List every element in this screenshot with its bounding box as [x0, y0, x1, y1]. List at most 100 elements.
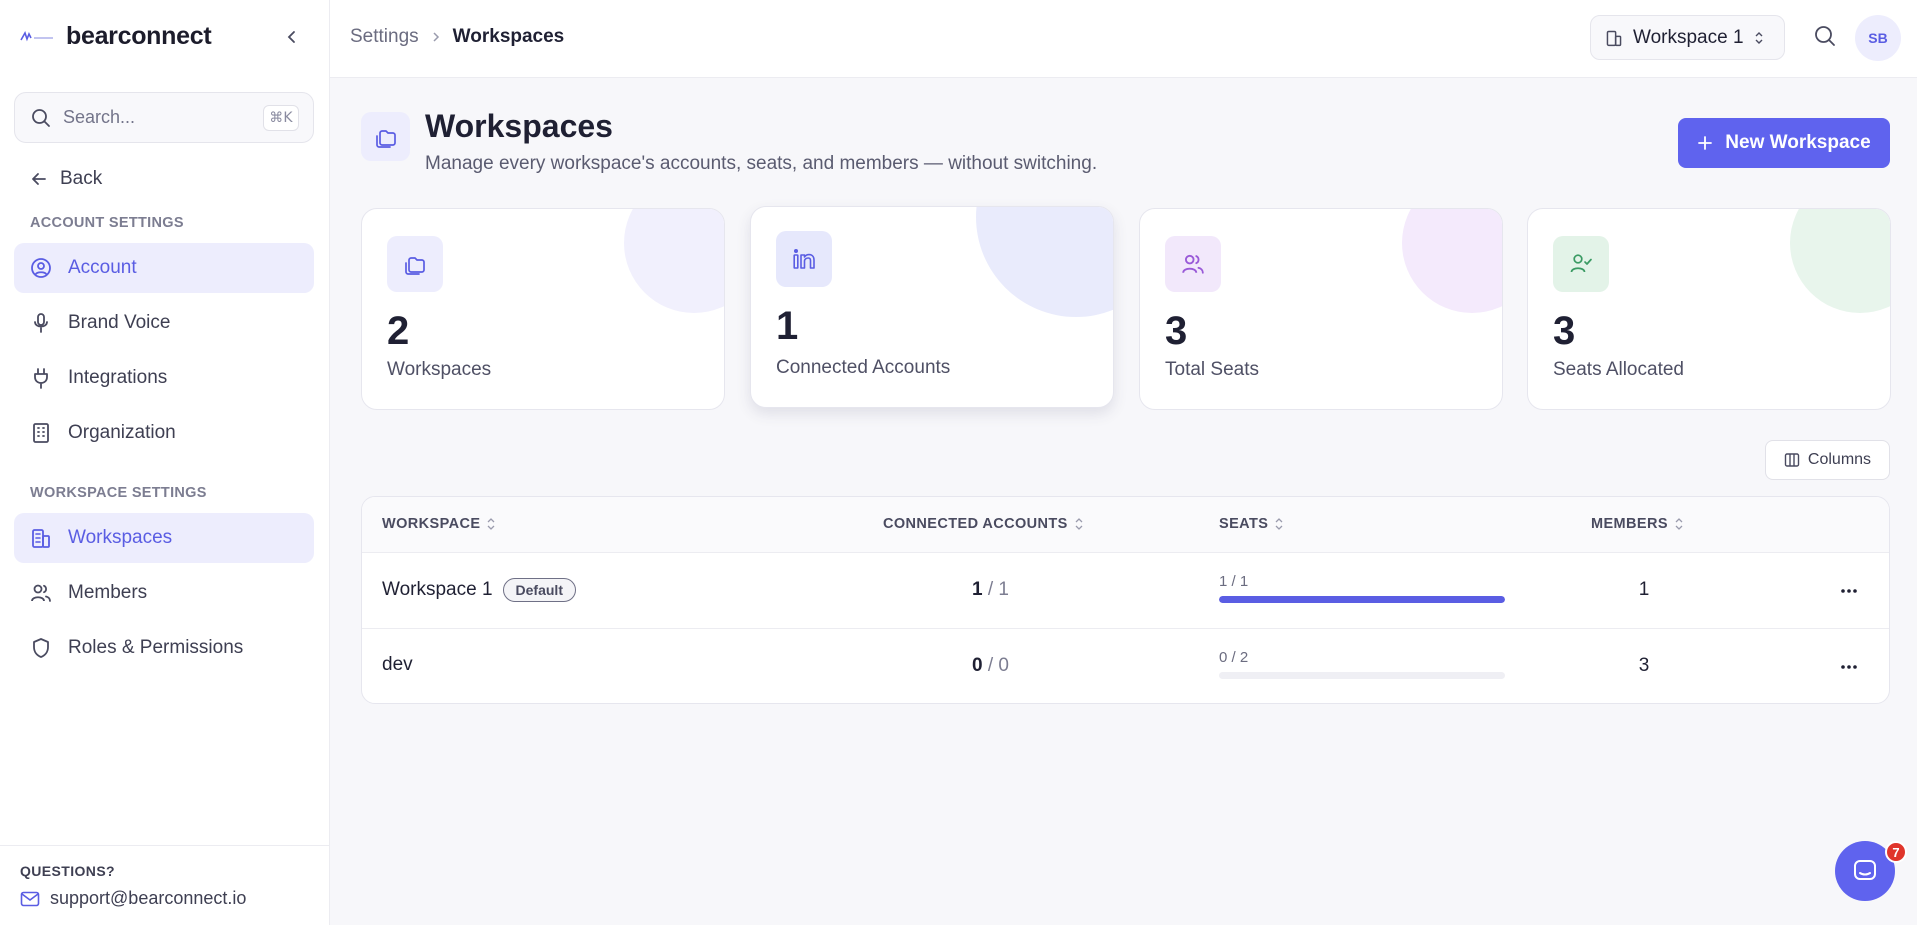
questions-label: QUESTIONS? [20, 863, 116, 879]
columns-icon [1784, 453, 1800, 467]
default-badge: Default [502, 578, 576, 602]
column-header-label: WORKSPACE [382, 516, 481, 532]
stat-icon-box [387, 236, 443, 292]
stat-card-connected-accounts: 1 Connected Accounts [750, 206, 1114, 408]
seats-progress-fill [1219, 596, 1505, 603]
decorative-circle [1402, 209, 1502, 313]
chat-icon [1854, 860, 1876, 880]
connected-count: 0 [972, 655, 983, 676]
workspace-name-cell: dev [382, 654, 413, 676]
new-workspace-label: New Workspace [1725, 132, 1871, 153]
user-check-icon [1570, 254, 1592, 273]
breadcrumb-settings[interactable]: Settings [350, 26, 419, 48]
sidebar-item-integrations[interactable]: Integrations [14, 353, 314, 403]
back-label: Back [60, 168, 103, 189]
connected-count: 1 [972, 579, 983, 600]
buildings-icon [1606, 30, 1622, 46]
stat-card-seats-allocated: 3 Seats Allocated [1527, 208, 1891, 410]
stat-card-workspaces: 2 Workspaces [361, 208, 725, 410]
column-header-label: CONNECTED ACCOUNTS [883, 516, 1068, 532]
sidebar-footer: QUESTIONS? support@bearconnect.io [0, 845, 330, 925]
sidebar-item-account[interactable]: Account [14, 243, 314, 293]
account-settings-label: ACCOUNT SETTINGS [30, 215, 184, 231]
sidebar-item-label: Members [68, 582, 148, 603]
workspace-name-cell: Workspace 1 Default [382, 578, 576, 602]
folders-icon [375, 129, 396, 148]
sidebar-item-roles-permissions[interactable]: Roles & Permissions [14, 623, 314, 673]
stat-value: 3 [1165, 309, 1188, 353]
seats-text: 1 / 1 [1219, 573, 1249, 590]
plus-icon [1698, 136, 1713, 150]
columns-button[interactable]: Columns [1765, 440, 1890, 480]
seats-progress-bar [1219, 672, 1505, 679]
stat-label: Total Seats [1165, 359, 1259, 380]
row-actions-button[interactable] [1836, 655, 1862, 679]
seats-progress-bar [1219, 596, 1505, 603]
users-icon [31, 584, 51, 602]
stat-icon-box [1165, 236, 1221, 292]
page-title: Workspaces [425, 108, 613, 144]
decorative-circle [976, 207, 1113, 317]
workspace-name: Workspace 1 [382, 579, 493, 600]
seats-cell: 0 / 2 [1219, 649, 1505, 679]
connected-accounts-cell: 0 / 0 [972, 655, 1009, 676]
brand[interactable]: bearconnect [20, 22, 212, 51]
sort-icon [1675, 518, 1683, 530]
row-actions-button[interactable] [1836, 579, 1862, 603]
search-shortcut: ⌘K [263, 105, 299, 131]
members-cell: 1 [1638, 579, 1650, 600]
folders-icon [405, 257, 425, 275]
stat-icon-box [776, 231, 832, 287]
chevron-up-down-icon [1755, 31, 1763, 44]
column-header-workspace[interactable]: WORKSPACE [382, 516, 496, 532]
column-header-seats[interactable]: SEATS [1219, 516, 1284, 532]
buildings-icon [32, 529, 50, 548]
sidebar-item-members[interactable]: Members [14, 568, 314, 618]
seats-cell: 1 / 1 [1219, 573, 1505, 603]
user-circle-icon [31, 258, 51, 278]
stat-card-total-seats: 3 Total Seats [1139, 208, 1503, 410]
table-row[interactable]: dev 0 / 0 0 / 2 3 [362, 629, 1889, 703]
workspace-selector[interactable]: Workspace 1 [1590, 15, 1785, 60]
table-row[interactable]: Workspace 1 Default 1 / 1 1 / 1 1 [362, 553, 1889, 629]
sidebar-item-label: Integrations [68, 367, 168, 388]
plug-icon [34, 368, 48, 389]
topbar: Settings Workspaces Workspace 1 SB [330, 0, 1917, 78]
chevron-right-icon [433, 32, 439, 42]
column-header-members[interactable]: MEMBERS [1591, 516, 1684, 532]
avatar[interactable]: SB [1855, 15, 1901, 61]
back-link[interactable]: Back [30, 168, 102, 190]
more-horizontal-icon [1841, 589, 1857, 593]
workspace-settings-label: WORKSPACE SETTINGS [30, 485, 207, 501]
shield-icon [33, 638, 49, 658]
sort-icon [1075, 518, 1083, 530]
table-header: WORKSPACE CONNECTED ACCOUNTS SEATS MEMBE… [362, 497, 1889, 553]
sidebar: bearconnect Search... ⌘K Back ACCOUNT SE… [0, 0, 330, 925]
sidebar-item-label: Account [68, 257, 137, 278]
seats-text: 0 / 2 [1219, 649, 1249, 666]
search-icon [32, 108, 50, 127]
more-horizontal-icon [1841, 665, 1857, 669]
column-header-label: SEATS [1219, 516, 1269, 532]
sidebar-search-input[interactable]: Search... ⌘K [14, 92, 314, 143]
mail-icon [20, 891, 40, 906]
column-header-connected-accounts[interactable]: CONNECTED ACCOUNTS [883, 516, 1084, 532]
stat-label: Workspaces [387, 359, 492, 380]
sort-icon [1275, 518, 1283, 530]
sidebar-item-workspaces[interactable]: Workspaces [14, 513, 314, 563]
chevron-left-icon [287, 31, 295, 43]
header-search-button[interactable] [1813, 24, 1841, 52]
members-cell: 3 [1638, 655, 1650, 676]
column-header-label: MEMBERS [1591, 516, 1668, 532]
building-icon [33, 423, 49, 443]
collapse-sidebar-button[interactable] [281, 26, 303, 48]
sidebar-item-brand-voice[interactable]: Brand Voice [14, 298, 314, 348]
users-icon [1182, 254, 1204, 274]
workspaces-table: WORKSPACE CONNECTED ACCOUNTS SEATS MEMBE… [361, 496, 1890, 704]
search-icon [1815, 26, 1835, 46]
workspace-name: dev [382, 654, 413, 675]
new-workspace-button[interactable]: New Workspace [1678, 118, 1890, 168]
sidebar-item-organization[interactable]: Organization [14, 408, 314, 458]
connected-total: 0 [998, 655, 1009, 676]
support-email-link[interactable]: support@bearconnect.io [20, 888, 246, 909]
